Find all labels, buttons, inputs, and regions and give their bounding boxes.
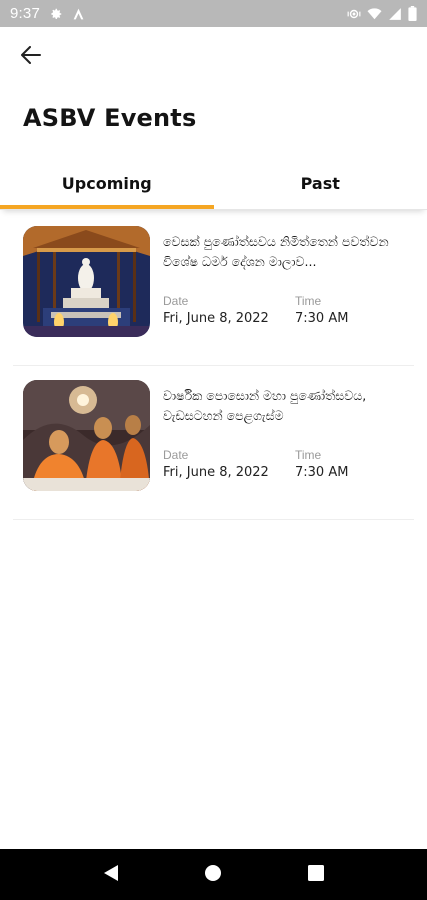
date-label: Date	[163, 294, 189, 308]
recents-square-icon	[307, 864, 324, 885]
wifi-icon	[367, 7, 382, 21]
event-title: වෙසක් පුණෝත්සවය නිමිත්තෙන් පවත්වන විශේෂ …	[163, 234, 389, 269]
nav-back-button[interactable]	[91, 855, 131, 895]
signal-icon	[388, 7, 402, 21]
nav-home-button[interactable]	[193, 855, 233, 895]
tab-upcoming[interactable]: Upcoming	[0, 158, 214, 209]
battery-icon	[408, 6, 417, 21]
event-list: වෙසක් පුණෝත්සවය නිමිත්තෙන් පවත්වන විශේෂ …	[0, 212, 427, 520]
event-date: Date Fri, June 8, 2022	[163, 448, 269, 481]
date-value: Fri, June 8, 2022	[163, 465, 269, 480]
time-label: Time	[295, 448, 322, 462]
status-left: 9:37	[10, 5, 85, 22]
event-thumbnail	[23, 226, 150, 337]
nav-recents-button[interactable]	[296, 855, 336, 895]
event-time: Time 7:30 AM	[295, 294, 348, 327]
status-right	[347, 6, 417, 21]
back-button[interactable]	[14, 42, 48, 72]
date-value: Fri, June 8, 2022	[163, 311, 269, 326]
tab-past[interactable]: Past	[214, 158, 427, 209]
tab-bar: Upcoming Past	[0, 158, 427, 210]
event-card[interactable]: වෙසක් පුණෝත්සවය නිමිත්තෙන් පවත්වන විශේෂ …	[13, 212, 414, 366]
back-triangle-icon	[103, 864, 119, 886]
vibrate-icon	[347, 7, 361, 21]
gear-icon	[49, 7, 63, 21]
status-bar: 9:37	[0, 0, 427, 27]
time-label: Time	[295, 294, 322, 308]
event-card[interactable]: වාර්ෂික පොසොන් මහා පුණෝත්සවය, වැඩසටහන් ප…	[13, 366, 414, 520]
time-value: 7:30 AM	[295, 465, 349, 480]
event-time: Time 7:30 AM	[295, 448, 348, 481]
status-time: 9:37	[10, 5, 40, 22]
date-label: Date	[163, 448, 189, 462]
event-title: වාර්ෂික පොසොන් මහා පුණෝත්සවය, වැඩසටහන් ප…	[163, 388, 367, 423]
arrow-left-icon	[21, 46, 41, 68]
event-date: Date Fri, June 8, 2022	[163, 294, 269, 327]
page-title: ASBV Events	[23, 104, 197, 132]
system-nav-bar	[0, 849, 427, 900]
time-value: 7:30 AM	[295, 311, 349, 326]
a-logo-icon	[72, 7, 85, 21]
home-circle-icon	[204, 864, 222, 886]
event-thumbnail	[23, 380, 150, 491]
